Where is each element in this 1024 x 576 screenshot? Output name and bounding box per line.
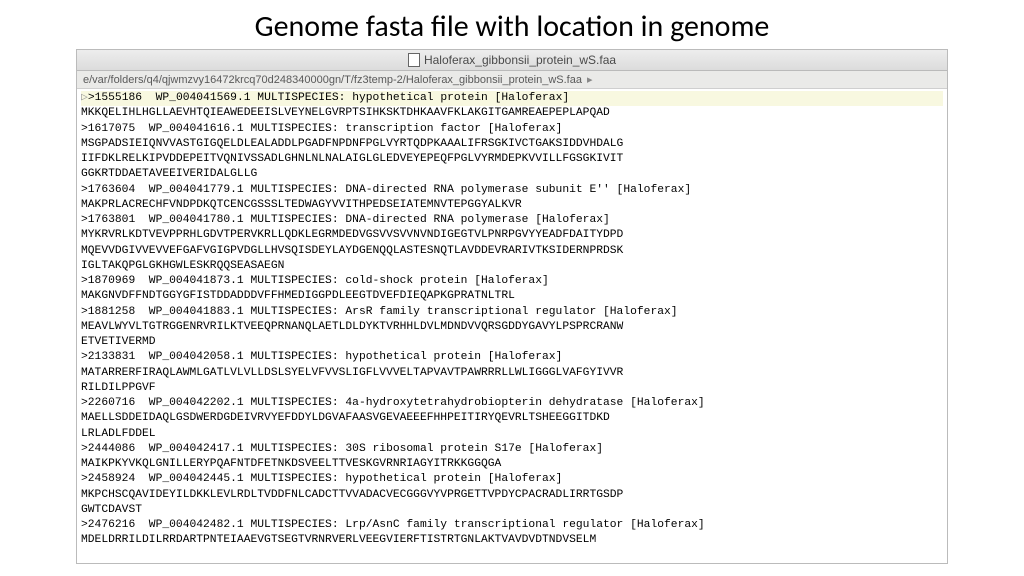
fasta-line: MEAVLWYVLTGTRGGENRVRILKTVEEQPRNANQLAETLD… bbox=[81, 321, 623, 333]
fasta-line: GWTCDAVST bbox=[81, 504, 142, 516]
path-bar: e/var/folders/q4/qjwmzvy16472krcq70d2483… bbox=[77, 71, 947, 89]
fasta-line: IGLTAKQPGLGKHGWLESKRQQSEASAEGN bbox=[81, 260, 284, 272]
fasta-line: >2476216 WP_004042482.1 MULTISPECIES: Lr… bbox=[81, 519, 705, 531]
fasta-line: MAELLSDDEIDAQLGSDWERDGDEIVRVYEFDDYLDGVAF… bbox=[81, 412, 610, 424]
fasta-line: MKKQELIHLHGLLAEVHTQIEAWEDEEISLVEYNELGVRP… bbox=[81, 107, 610, 119]
slide-title: Genome fasta file with location in genom… bbox=[0, 0, 1024, 49]
fasta-line: MKPCHSCQAVIDEYILDKKLEVLRDLTVDDFNLCADCTTV… bbox=[81, 489, 623, 501]
fasta-line: >1617075 WP_004041616.1 MULTISPECIES: tr… bbox=[81, 123, 562, 135]
text-editor-window: Haloferax_gibbonsii_protein_wS.faa e/var… bbox=[76, 49, 948, 564]
fasta-line: MYKRVRLKDTVEVPPRHLGDVTPERVKRLLQDKLEGRMDE… bbox=[81, 229, 623, 241]
fasta-line: >1881258 WP_004041883.1 MULTISPECIES: Ar… bbox=[81, 306, 678, 318]
fasta-line: MDELDRRILDILRRDARTPNTEIAAEVGTSEGTVRNRVER… bbox=[81, 534, 596, 546]
fasta-line: MATARRERFIRAQLAWMLGATLVLVLLDSLSYELVFVVSL… bbox=[81, 367, 623, 379]
fasta-line: >1763801 WP_004041780.1 MULTISPECIES: DN… bbox=[81, 214, 610, 226]
fasta-line: LRLADLFDDEL bbox=[81, 428, 156, 440]
fasta-line: >2260716 WP_004042202.1 MULTISPECIES: 4a… bbox=[81, 397, 705, 409]
document-icon bbox=[408, 53, 420, 67]
fasta-line: MAIKPKYVKQLGNILLERYPQAFNTDFETNKDSVEELTTV… bbox=[81, 458, 501, 470]
fasta-line: IIFDKLRELKIPVDDEPEITVQNIVSSADLGHNLNLNALA… bbox=[81, 153, 623, 165]
fasta-line: MAKPRLACRECHFVNDPDKQTCENCGSSSLTEDWAGYVVI… bbox=[81, 199, 522, 211]
fasta-line: >2444086 WP_004042417.1 MULTISPECIES: 30… bbox=[81, 443, 603, 455]
window-filename: Haloferax_gibbonsii_protein_wS.faa bbox=[424, 53, 616, 67]
fasta-line: MSGPADSIEIQNVVASTGIGQELDLEALADDLPGADFNPD… bbox=[81, 138, 623, 150]
fasta-line: ETVETIVERMD bbox=[81, 336, 156, 348]
fasta-line: ▷>1555186 WP_004041569.1 MULTISPECIES: h… bbox=[81, 91, 943, 106]
cursor-icon: ▷ bbox=[81, 92, 88, 104]
file-path: e/var/folders/q4/qjwmzvy16472krcq70d2483… bbox=[83, 74, 582, 86]
fasta-line: >2133831 WP_004042058.1 MULTISPECIES: hy… bbox=[81, 351, 562, 363]
fasta-line: >1763604 WP_004041779.1 MULTISPECIES: DN… bbox=[81, 184, 691, 196]
window-title-bar: Haloferax_gibbonsii_protein_wS.faa bbox=[77, 50, 947, 71]
fasta-line: >1870969 WP_004041873.1 MULTISPECIES: co… bbox=[81, 275, 549, 287]
fasta-line: MQEVVDGIVVEVVEFGAFVGIGPVDGLLHVSQISDEYLAY… bbox=[81, 245, 623, 257]
fasta-line: GGKRTDDAETAVEEIVERIDALGLLG bbox=[81, 168, 257, 180]
fasta-line: >2458924 WP_004042445.1 MULTISPECIES: hy… bbox=[81, 473, 562, 485]
fasta-line: MAKGNVDFFNDTGGYGFISTDDADDDVFFHMEDIGGPDLE… bbox=[81, 290, 515, 302]
fasta-line: RILDILPPGVF bbox=[81, 382, 156, 394]
file-content[interactable]: ▷>1555186 WP_004041569.1 MULTISPECIES: h… bbox=[77, 89, 947, 563]
breadcrumb-separator-icon: ▸ bbox=[584, 74, 593, 86]
